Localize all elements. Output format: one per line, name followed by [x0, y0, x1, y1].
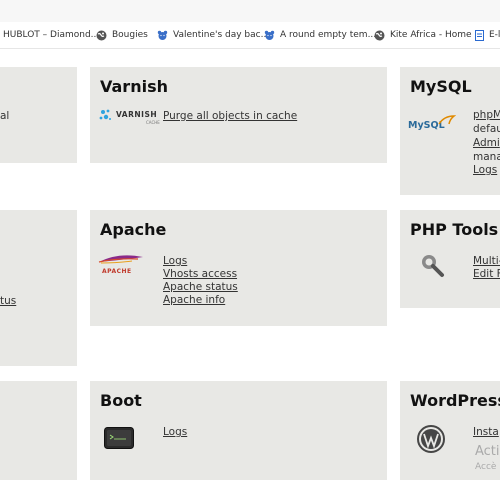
phptools-logo: [420, 253, 446, 279]
wordpress-logo: [417, 425, 445, 453]
bookmark-hublot[interactable]: HUBLOT – Diamond...: [3, 26, 99, 44]
boot-panel: Boot Logs: [90, 381, 387, 480]
boot-logs-link[interactable]: Logs: [163, 426, 187, 438]
apache-logs-link[interactable]: Logs: [163, 255, 187, 267]
left-panel-1: al: [0, 67, 77, 163]
wrench-icon: [422, 255, 444, 277]
bookmark-bougies[interactable]: Bougies: [96, 26, 148, 44]
mysql-logo: MySQL: [408, 115, 458, 137]
varnish-title: Varnish: [100, 77, 168, 96]
bookmark-valentine[interactable]: Valentine's day bac...: [157, 26, 269, 44]
varnish-logo-text: VARNISH: [116, 110, 158, 119]
varnish-logo-sub: CACHE: [146, 120, 160, 125]
phptools-edit-link[interactable]: Edit F: [473, 268, 500, 280]
varnish-panel: Varnish VARNISH CACHE Purge all objects …: [90, 67, 387, 163]
left-panel-2-link[interactable]: tus: [0, 295, 16, 307]
mysql-logs-link[interactable]: Logs: [473, 164, 497, 176]
page-icon: [475, 29, 484, 41]
mysql-manage-text: mana: [473, 151, 500, 163]
bookmark-round-template[interactable]: A round empty tem...: [264, 26, 376, 44]
left-panel-2: tus: [0, 210, 77, 366]
wordpress-activate-text: Acti: [475, 444, 500, 459]
bookmark-label: A round empty tem...: [280, 30, 377, 40]
bookmark-label: E-l: [489, 30, 500, 40]
boot-logo: [104, 427, 134, 449]
apache-feather-icon: [98, 255, 143, 264]
left-panel-3: [0, 381, 77, 480]
mysql-title: MySQL: [410, 77, 472, 96]
bear-icon: [157, 30, 168, 41]
wordpress-icon: [417, 425, 445, 453]
bookmark-label: Bougies: [112, 30, 148, 40]
varnish-purge-link[interactable]: Purge all objects in cache: [163, 110, 297, 122]
bookmark-label: HUBLOT – Diamond...: [3, 30, 100, 40]
mysql-admin-link[interactable]: Admi: [473, 137, 500, 149]
bear-icon: [264, 30, 275, 41]
apache-logo: APACHE: [98, 254, 144, 278]
bookmark-el[interactable]: E-l: [475, 26, 500, 44]
left-panel-1-text: al: [0, 110, 10, 122]
globe-icon: [96, 30, 107, 41]
globe-icon: [374, 30, 385, 41]
bookmark-label: Valentine's day bac...: [173, 30, 270, 40]
boot-title: Boot: [100, 391, 142, 410]
mysql-phpmyadmin-link[interactable]: phpM: [473, 109, 500, 121]
phptools-panel: PHP Tools Multi- Edit F: [400, 210, 500, 308]
apache-info-link[interactable]: Apache info: [163, 294, 225, 306]
wordpress-title: WordPress: [410, 391, 500, 410]
mysql-default-text: defau: [473, 123, 500, 135]
apache-logo-text: APACHE: [102, 268, 132, 275]
bookmarks-bar: HUBLOT – Diamond... Bougies Valentine's …: [0, 22, 500, 49]
mysql-panel: MySQL MySQL phpM defau Admi mana Logs: [400, 67, 500, 195]
phptools-title: PHP Tools: [410, 220, 499, 239]
wordpress-panel: WordPress Insta Acti Accè: [400, 381, 500, 480]
varnish-logo: VARNISH CACHE: [99, 109, 160, 127]
bookmark-kite-africa[interactable]: Kite Africa - Home: [374, 26, 472, 44]
apache-status-link[interactable]: Apache status: [163, 281, 238, 293]
apache-title: Apache: [100, 220, 167, 239]
apache-panel: Apache APACHE Logs Vhosts access Apache …: [90, 210, 387, 326]
bookmark-label: Kite Africa - Home: [390, 30, 472, 40]
apache-vhosts-link[interactable]: Vhosts access: [163, 268, 237, 280]
wordpress-install-link[interactable]: Insta: [473, 426, 499, 438]
dolphin-icon: [438, 115, 456, 125]
browser-top-strip: [0, 0, 500, 22]
terminal-icon: [104, 427, 134, 449]
phptools-multi-link[interactable]: Multi-: [473, 255, 500, 267]
wordpress-access-text: Accè: [475, 462, 497, 472]
varnish-splash-icon: [99, 109, 111, 120]
